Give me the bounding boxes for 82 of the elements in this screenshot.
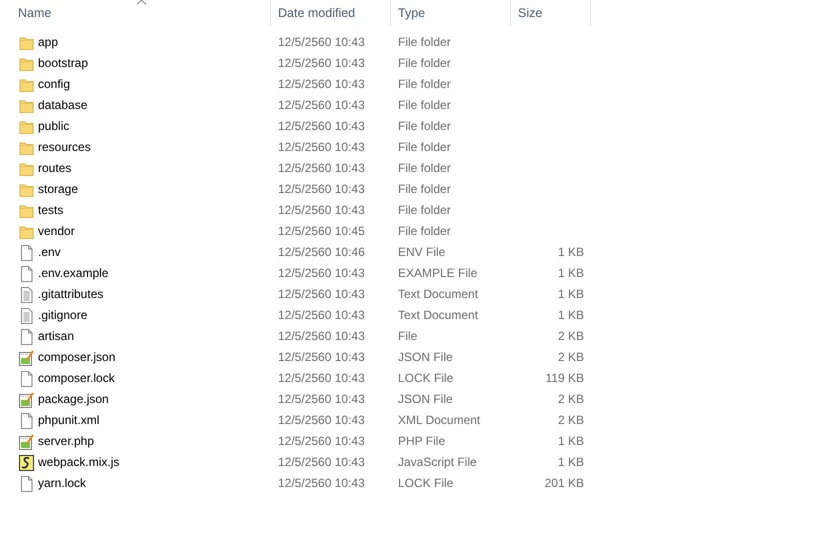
date-modified: 12/5/2560 10:43 — [278, 161, 365, 175]
file-name[interactable]: .gitattributes — [38, 284, 104, 305]
file-type: PHP File — [398, 434, 446, 448]
date-modified: 12/5/2560 10:43 — [278, 413, 365, 427]
file-size: 1 KB — [558, 308, 584, 322]
date-modified: 12/5/2560 10:45 — [278, 224, 365, 238]
file-size: 201 KB — [544, 476, 584, 490]
file-name[interactable]: storage — [38, 179, 78, 200]
file-name[interactable]: .gitignore — [38, 305, 88, 326]
file-name[interactable]: database — [38, 95, 88, 116]
file-size: 1 KB — [558, 245, 584, 259]
date-modified: 12/5/2560 10:43 — [278, 455, 365, 469]
file-type: EXAMPLE File — [398, 266, 478, 280]
file-size: 2 KB — [558, 350, 584, 364]
file-name[interactable]: tests — [38, 200, 64, 221]
column-header[interactable]: Date modified — [271, 0, 391, 26]
date-modified: 12/5/2560 10:43 — [278, 56, 365, 70]
column-header[interactable]: Name — [0, 0, 271, 26]
file-name[interactable]: routes — [38, 158, 72, 179]
date-modified: 12/5/2560 10:43 — [278, 434, 365, 448]
column-header[interactable]: Size — [511, 0, 591, 26]
file-size: 119 KB — [546, 371, 584, 385]
file-type: File folder — [398, 119, 451, 133]
date-modified: 12/5/2560 10:43 — [278, 35, 365, 49]
file-name[interactable]: composer.json — [38, 347, 116, 368]
file-type: File folder — [398, 140, 451, 154]
date-modified: 12/5/2560 10:43 — [278, 329, 365, 343]
file-type: File folder — [398, 224, 451, 238]
file-size: 1 KB — [558, 455, 584, 469]
date-modified: 12/5/2560 10:43 — [278, 308, 365, 322]
file-size: 1 KB — [558, 434, 584, 448]
file-name[interactable]: .env — [38, 242, 61, 263]
file-name[interactable]: phpunit.xml — [38, 410, 100, 431]
file-size: 2 KB — [558, 392, 584, 406]
date-modified: 12/5/2560 10:43 — [278, 287, 365, 301]
file-name[interactable]: bootstrap — [38, 53, 88, 74]
file-name[interactable]: config — [38, 74, 70, 95]
date-modified: 12/5/2560 10:43 — [278, 350, 365, 364]
date-modified: 12/5/2560 10:43 — [278, 203, 365, 217]
file-name[interactable]: public — [38, 116, 70, 137]
file-type: File folder — [398, 203, 451, 217]
file-type: File — [398, 329, 418, 343]
file-type: File folder — [398, 77, 451, 91]
file-name[interactable]: .env.example — [38, 263, 108, 284]
file-name[interactable]: composer.lock — [38, 368, 115, 389]
column-header[interactable]: Type — [391, 0, 511, 26]
file-name[interactable]: resources — [38, 137, 91, 158]
file-type: Text Document — [398, 287, 478, 301]
file-type: JavaScript File — [398, 455, 477, 469]
file-type: JSON File — [398, 350, 453, 364]
file-size: 1 KB — [558, 266, 584, 280]
file-name[interactable]: vendor — [38, 221, 75, 242]
date-modified: 12/5/2560 10:43 — [278, 266, 365, 280]
file-name[interactable]: artisan — [38, 326, 74, 347]
date-modified: 12/5/2560 10:43 — [278, 119, 365, 133]
file-type: JSON File — [398, 392, 453, 406]
file-type: File folder — [398, 182, 451, 196]
file-type: LOCK File — [398, 371, 454, 385]
file-type: File folder — [398, 35, 451, 49]
file-name[interactable]: package.json — [38, 389, 109, 410]
file-size: 2 KB — [558, 413, 584, 427]
file-type: XML Document — [398, 413, 480, 427]
date-modified: 12/5/2560 10:43 — [278, 371, 365, 385]
file-type: File folder — [398, 161, 451, 175]
file-name[interactable]: yarn.lock — [38, 473, 86, 494]
date-modified: 12/5/2560 10:46 — [278, 245, 365, 259]
date-modified: 12/5/2560 10:43 — [278, 77, 365, 91]
file-type: Text Document — [398, 308, 478, 322]
date-modified: 12/5/2560 10:43 — [278, 392, 365, 406]
date-modified: 12/5/2560 10:43 — [278, 182, 365, 196]
file-type: ENV File — [398, 245, 446, 259]
date-modified: 12/5/2560 10:43 — [278, 98, 365, 112]
file-type: File folder — [398, 98, 451, 112]
date-modified: 12/5/2560 10:43 — [278, 140, 365, 154]
file-name[interactable]: server.php — [38, 431, 94, 452]
file-name[interactable]: app — [38, 32, 58, 53]
file-size: 1 KB — [558, 287, 584, 301]
date-modified: 12/5/2560 10:43 — [278, 476, 365, 490]
file-type: File folder — [398, 56, 451, 70]
file-type: LOCK File — [398, 476, 454, 490]
file-size: 2 KB — [558, 329, 584, 343]
file-name[interactable]: webpack.mix.js — [38, 452, 120, 473]
